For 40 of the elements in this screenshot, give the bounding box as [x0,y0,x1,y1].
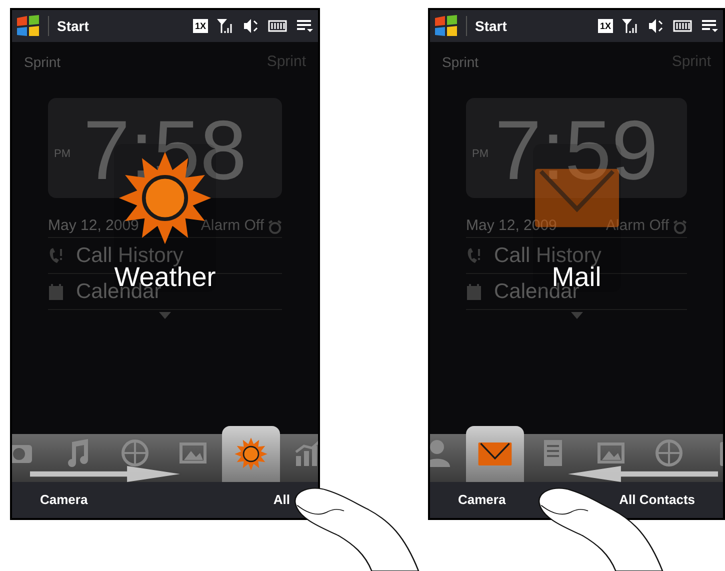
menu-icon[interactable] [701,19,719,33]
date-text: May 12, 2009 [48,216,139,236]
down-caret-icon [570,312,582,319]
alarm-status: Alarm Off [200,216,264,236]
alarm-clock-icon [673,220,687,234]
envelope-icon [478,442,512,466]
right-arrow-icon [30,466,180,482]
clock-time: 7:59 [494,102,658,198]
left-arrow-icon [568,466,718,482]
phone-handset-icon [48,246,64,264]
softkey[interactable]: Camera [458,490,506,510]
alarm-status: Alarm Off [606,216,669,236]
battery-status-icon [268,20,288,32]
alarm-clock-icon [268,220,282,234]
speaker-icon [242,18,260,34]
carrier-name: Sprint [24,52,61,72]
windows-logo-icon [434,15,458,37]
menu-icon[interactable] [296,19,314,33]
clock-ampm: PM [54,147,70,162]
phone-handset-icon [466,246,482,264]
softkey[interactable]: Camera [40,490,88,510]
clock-ampm: PM [472,147,488,162]
network-indicator: 1X [598,19,613,33]
window-title: Start [475,16,507,36]
softkey[interactable]: All [273,490,290,510]
network-indicator: 1X [192,19,208,33]
calendar-icon [48,282,64,300]
speaker-icon [647,18,665,34]
battery-status-icon [673,20,693,32]
selected-tab[interactable] [466,426,524,482]
signal-icon [216,18,234,34]
selected-tab[interactable] [222,426,280,482]
window-title: Start [57,16,89,36]
sun-icon [234,437,268,471]
calendar-icon [466,282,482,300]
signal-icon [621,18,639,34]
down-caret-icon [159,312,171,319]
carrier-name: Sprint [442,52,479,72]
windows-logo-icon [16,15,40,37]
softkey[interactable]: All Contacts [619,490,695,510]
